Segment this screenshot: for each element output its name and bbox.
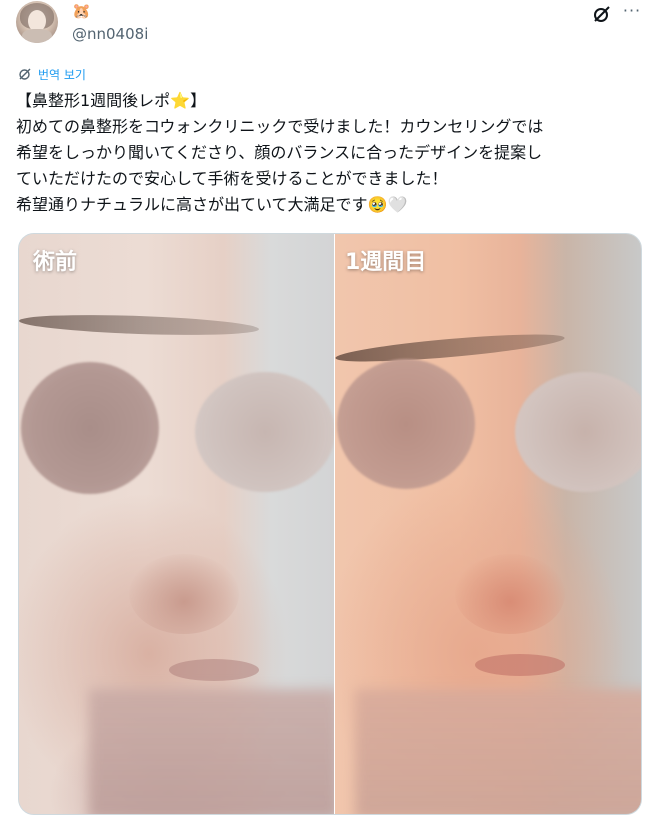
translate-link[interactable]: 번역 보기 (18, 64, 86, 84)
lips (169, 659, 259, 681)
eye-blur-mask (195, 372, 334, 492)
white-heart-emoji: 🤍 (387, 195, 408, 214)
after-label: 1週間目 (345, 250, 427, 275)
eyebrow (19, 311, 260, 339)
mouth-blur-mask (89, 689, 334, 814)
avatar-body (22, 29, 52, 43)
tweet-line-text: 希望通りナチュラルに高さが出ていて大満足です (16, 195, 368, 214)
display-name[interactable]: 🐹 (72, 2, 91, 20)
before-photo[interactable]: 術前 (19, 234, 334, 814)
more-options-icon[interactable]: ··· (620, 2, 644, 22)
before-label: 術前 (33, 250, 78, 275)
eye-blur-mask (337, 359, 475, 489)
grok-icon[interactable] (592, 4, 612, 24)
user-handle[interactable]: @nn0408i (72, 24, 148, 44)
tweet-line-text: 【鼻整形1週間後レポ (16, 91, 171, 110)
eye-blur-mask (21, 362, 159, 494)
tweet-line: ていただけたので安心して手術を受けることができました！ (16, 169, 448, 188)
eye-blur-mask (515, 372, 641, 492)
tweet-line: 【鼻整形1週間後レポ⭐】 (16, 88, 646, 114)
nose (129, 554, 239, 634)
avatar[interactable] (16, 1, 58, 43)
nose (455, 554, 565, 634)
mouth-blur-mask (355, 689, 641, 814)
tweet-text: 【鼻整形1週間後レポ⭐】 初めての鼻整形をコウォンクリニックで受けました！カウン… (16, 88, 646, 218)
tweet-media[interactable]: 術前 1週間目 (18, 233, 642, 815)
tweet-line: 希望通りナチュラルに高さが出ていて大満足です🥹🤍 (16, 192, 646, 218)
tweet-line: 初めての鼻整形をコウォンクリニックで受けました！カウンセリングでは (16, 117, 544, 136)
after-photo[interactable]: 1週間目 (335, 234, 641, 814)
eyebrow (335, 329, 566, 367)
tweet-line: 希望をしっかり聞いてくださり、顔のバランスに合ったデザインを提案し (16, 143, 543, 162)
translate-icon (19, 68, 31, 80)
translate-label[interactable]: 번역 보기 (38, 66, 86, 83)
star-emoji: ⭐ (170, 91, 191, 110)
lips (475, 654, 565, 676)
tweet-header: 🐹 @nn0408i ··· (16, 0, 644, 50)
teary-face-emoji: 🥹 (367, 195, 388, 214)
tweet-line-text: 】 (190, 91, 207, 110)
